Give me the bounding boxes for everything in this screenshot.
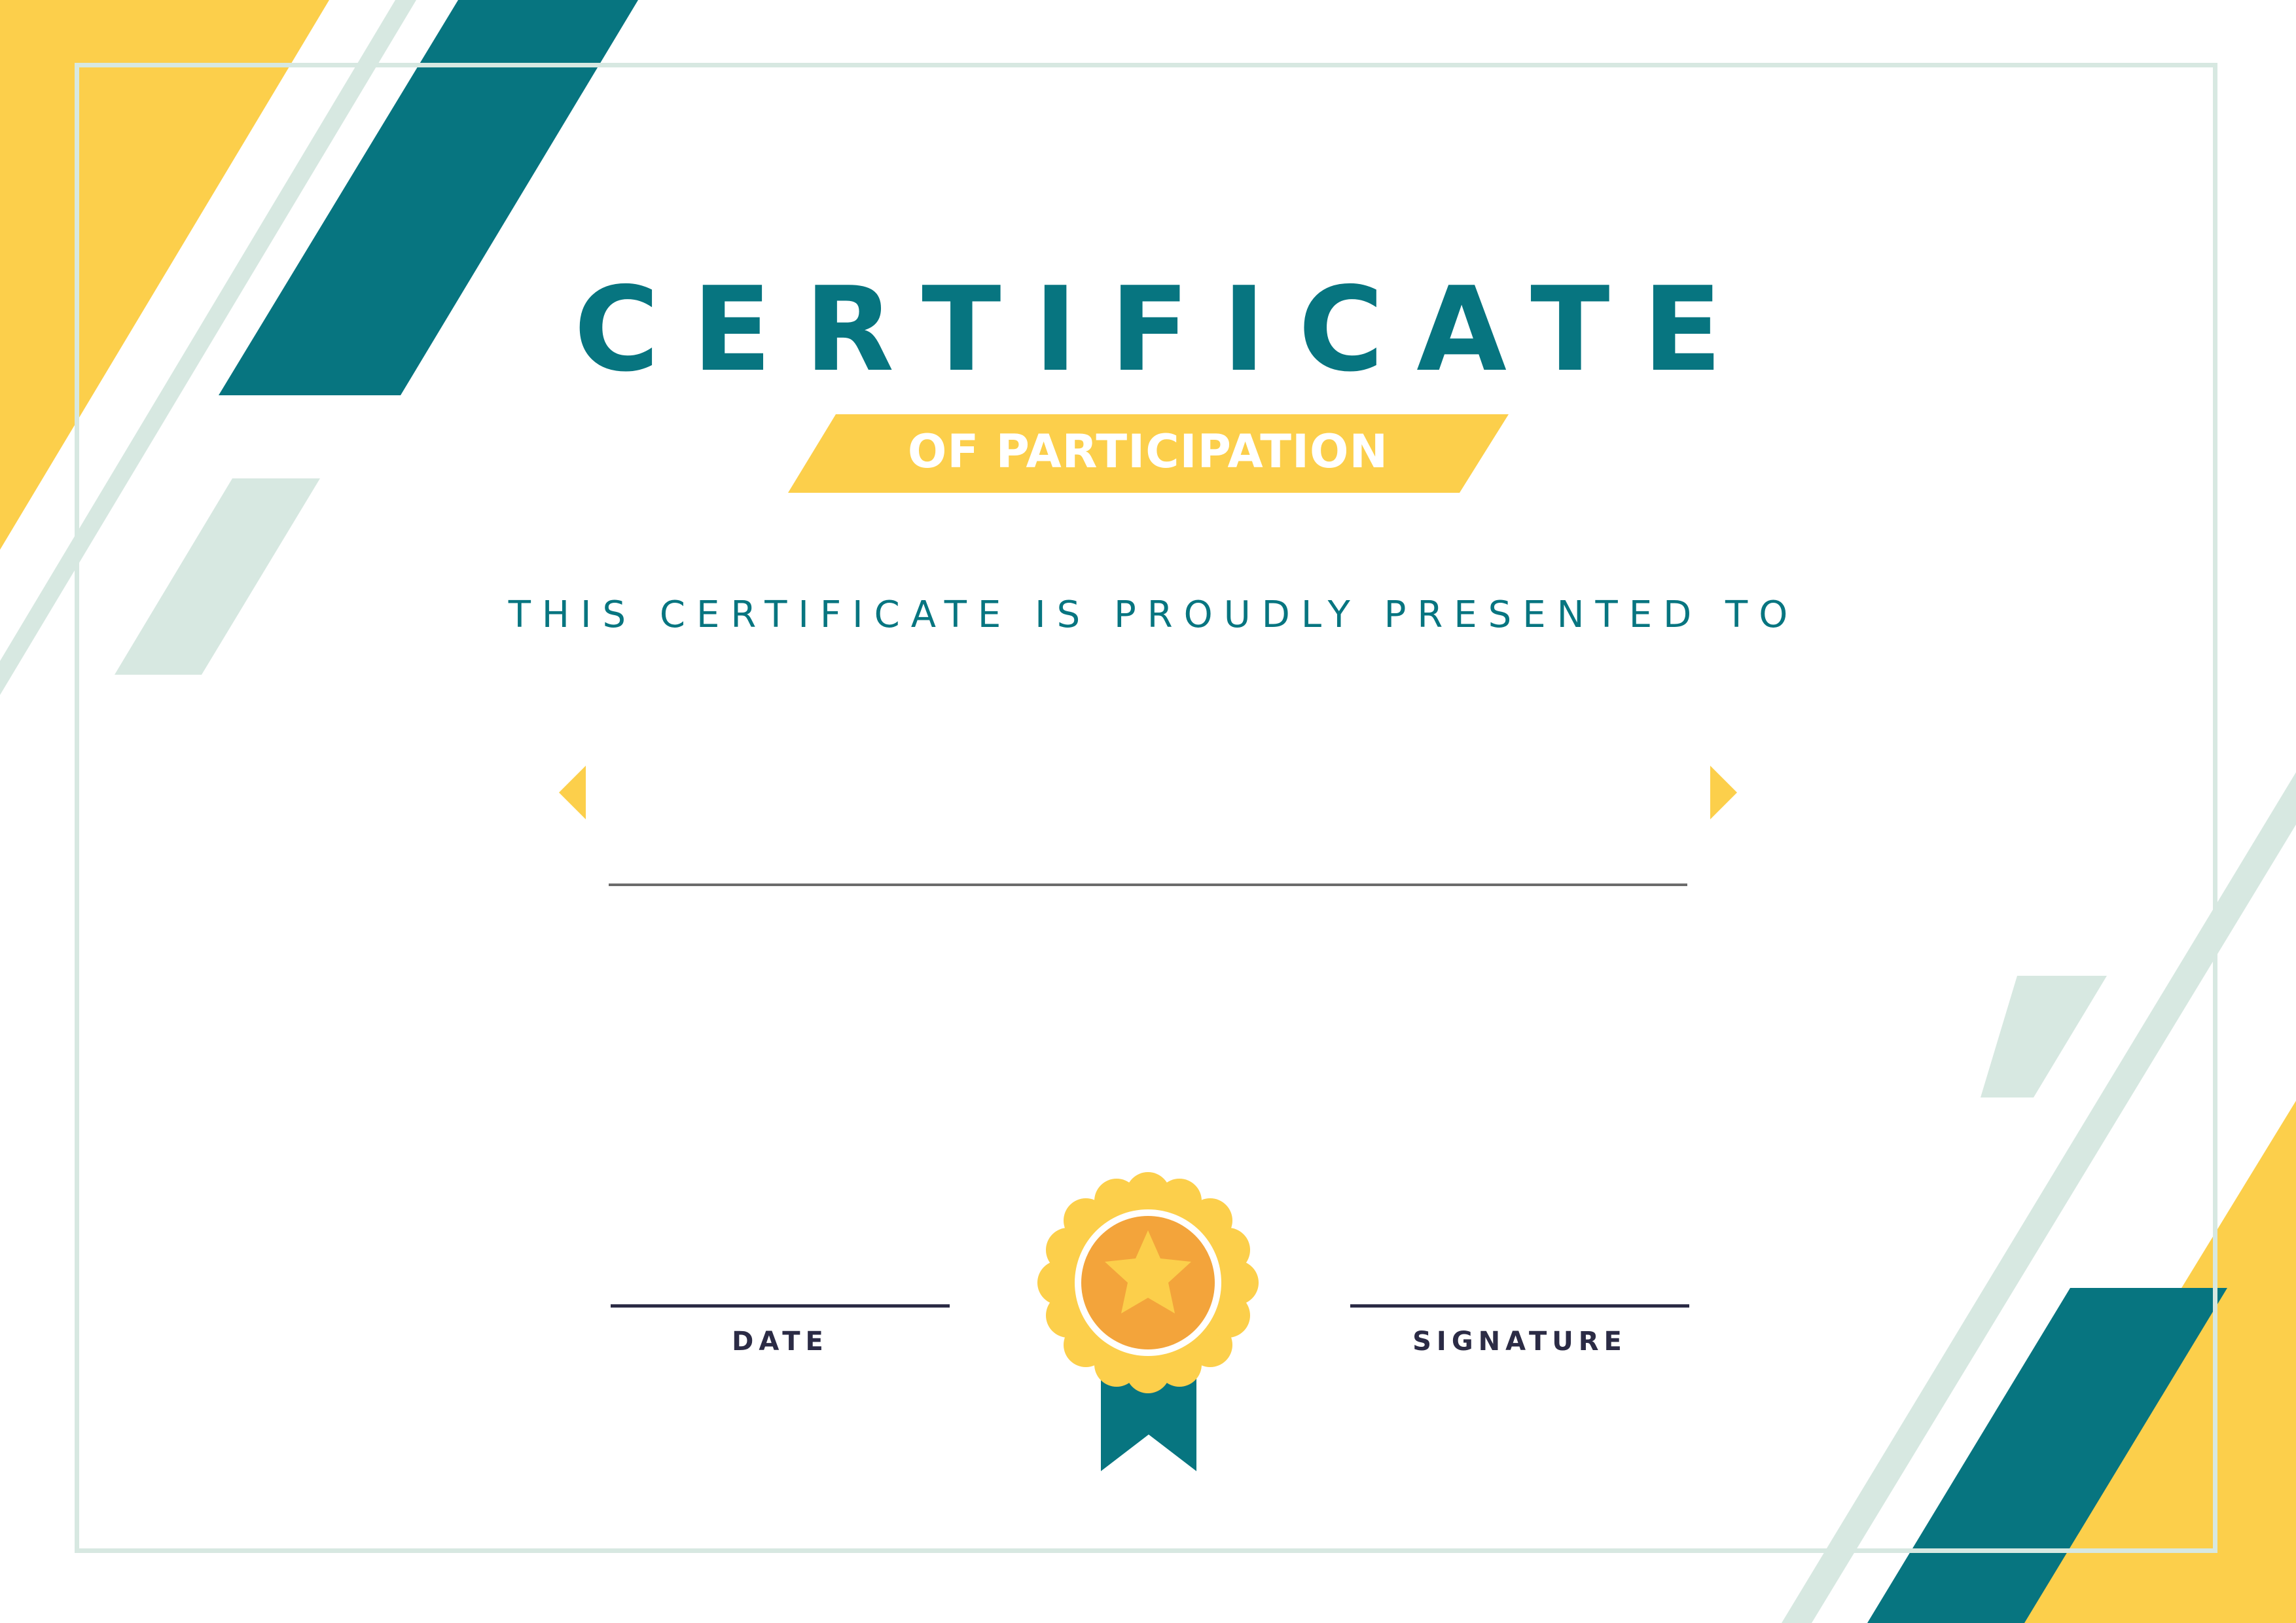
presented-to-text: THIS CERTIFICATE IS PROUDLY PRESENTED TO (508, 594, 1799, 636)
triangle-right-icon (1710, 766, 1737, 819)
certificate-title: CERTIFICATE (573, 262, 1755, 397)
certificate-subtitle: OF PARTICIPATION (907, 425, 1389, 478)
certificate-page: CERTIFICATE OF PARTICIPATION THIS CERTIF… (0, 0, 2296, 1623)
signature-label: SIGNATURE (1412, 1327, 1627, 1357)
signature-line (1350, 1304, 1689, 1308)
date-label: DATE (732, 1327, 829, 1357)
date-line (611, 1304, 950, 1308)
recipient-name-line (609, 883, 1687, 886)
triangle-left-icon (559, 766, 586, 819)
recipient-name[interactable] (609, 805, 1687, 877)
award-medal-icon (1037, 1172, 1259, 1471)
